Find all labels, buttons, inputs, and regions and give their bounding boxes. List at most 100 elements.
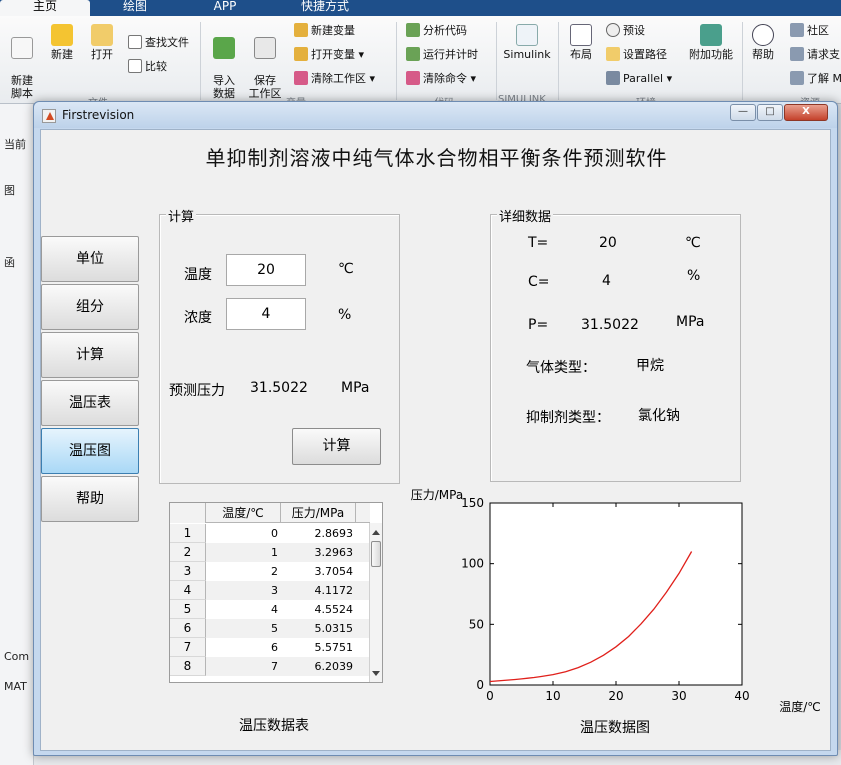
table-header-pressure[interactable]: 压力/MPa xyxy=(281,503,356,523)
addons-icon xyxy=(700,24,722,46)
preferences-button[interactable]: 预设 xyxy=(606,22,645,40)
compare-button[interactable]: 比较 xyxy=(128,58,167,76)
detail-c-unit: % xyxy=(687,268,701,284)
tab-plots[interactable]: 绘图 xyxy=(100,0,170,16)
tab-shortcuts[interactable]: 快捷方式 xyxy=(280,0,370,16)
table-cell-temperature[interactable]: 4 xyxy=(206,600,281,619)
request-support-button[interactable]: 请求支 xyxy=(790,46,840,64)
chart-caption: 温压数据图 xyxy=(580,720,650,736)
ribbon-separator xyxy=(558,22,559,100)
new-script-button[interactable]: 新建 脚本 xyxy=(4,24,40,100)
find-files-icon xyxy=(128,35,142,49)
table-row[interactable]: 1 0 2.8693 xyxy=(170,524,370,543)
detail-p-value: 31.5022 xyxy=(581,317,639,333)
nav-button-temp-pressure-table[interactable]: 温压表 xyxy=(41,380,139,426)
table-cell-pressure[interactable]: 5.0315 xyxy=(281,619,356,638)
temp-pressure-table[interactable]: 温度/℃ 压力/MPa 1 0 2.8693 2 1 3.2963 3 2 3.7054 4 3 4.… xyxy=(169,502,383,683)
table-row[interactable]: 6 5 5.0315 xyxy=(170,619,370,638)
learn-matlab-button[interactable]: 了解 M xyxy=(790,70,841,88)
tree-item-figures[interactable]: 图 xyxy=(4,182,15,198)
page-title: 单抑制剂溶液中纯气体水合物相平衡条件预测软件 xyxy=(205,146,668,170)
table-row-number: 5 xyxy=(170,600,206,619)
clear-workspace-icon xyxy=(294,71,308,85)
open-button[interactable]: 打开 xyxy=(84,24,120,61)
clear-workspace-button[interactable]: 清除工作区 ▾ xyxy=(294,70,375,88)
close-button[interactable]: X xyxy=(784,104,828,121)
matlab-left-pane: 当前 图 函 Com MAT xyxy=(0,104,34,765)
concentration-input[interactable]: 4 xyxy=(226,298,306,330)
detail-panel-title: 详细数据 xyxy=(497,206,554,225)
temperature-input[interactable]: 20 xyxy=(226,254,306,286)
table-header-temperature[interactable]: 温度/℃ xyxy=(206,503,281,523)
table-row-number: 1 xyxy=(170,524,206,543)
table-row[interactable]: 7 6 5.5751 xyxy=(170,638,370,657)
simulink-button[interactable]: Simulink xyxy=(503,24,551,61)
detail-t-unit: ℃ xyxy=(685,235,701,251)
open-variable-button[interactable]: 打开变量 ▾ xyxy=(294,46,364,64)
run-and-time-button[interactable]: 运行并计时 xyxy=(406,46,478,64)
table-cell-temperature[interactable]: 0 xyxy=(206,524,281,543)
nav-button-units[interactable]: 单位 xyxy=(41,236,139,282)
nav-button-help[interactable]: 帮助 xyxy=(41,476,139,522)
table-cell-temperature[interactable]: 3 xyxy=(206,581,281,600)
clear-commands-button[interactable]: 清除命令 ▾ xyxy=(406,70,476,88)
table-corner xyxy=(170,503,206,523)
table-cell-temperature[interactable]: 6 xyxy=(206,638,281,657)
table-row[interactable]: 8 7 6.2039 xyxy=(170,657,370,676)
tree-item-functions[interactable]: 函 xyxy=(4,254,15,270)
window-titlebar[interactable]: Firstrevision — □ X xyxy=(34,102,837,128)
help-button[interactable]: 帮助 xyxy=(748,24,778,61)
scroll-up-icon[interactable] xyxy=(372,530,380,535)
find-files-button[interactable]: 查找文件 xyxy=(128,34,189,52)
nav-button-calculate[interactable]: 计算 xyxy=(41,332,139,378)
parallel-button[interactable]: Parallel ▾ xyxy=(606,70,672,88)
table-cell-temperature[interactable]: 1 xyxy=(206,543,281,562)
table-cell-temperature[interactable]: 2 xyxy=(206,562,281,581)
table-row[interactable]: 5 4 4.5524 xyxy=(170,600,370,619)
new-variable-icon xyxy=(294,23,308,37)
scroll-down-icon[interactable] xyxy=(372,671,380,676)
table-cell-temperature[interactable]: 7 xyxy=(206,657,281,676)
new-variable-button[interactable]: 新建变量 xyxy=(294,22,355,40)
matlab-logo-icon xyxy=(42,109,56,123)
tab-home[interactable]: 主页 xyxy=(0,0,90,16)
table-cell-pressure[interactable]: 3.2963 xyxy=(281,543,356,562)
layout-button[interactable]: 布局 xyxy=(564,24,598,61)
table-row[interactable]: 2 1 3.2963 xyxy=(170,543,370,562)
table-row-number: 8 xyxy=(170,657,206,676)
maximize-button[interactable]: □ xyxy=(757,104,783,121)
table-row[interactable]: 4 3 4.1172 xyxy=(170,581,370,600)
temperature-label: 温度 xyxy=(184,267,212,283)
nav-button-components[interactable]: 组分 xyxy=(41,284,139,330)
table-row[interactable]: 3 2 3.7054 xyxy=(170,562,370,581)
nav-button-temp-pressure-chart[interactable]: 温压图 xyxy=(41,428,139,474)
table-cell-pressure[interactable]: 2.8693 xyxy=(281,524,356,543)
community-button[interactable]: 社区 xyxy=(790,22,829,40)
table-cell-pressure[interactable]: 5.5751 xyxy=(281,638,356,657)
support-icon xyxy=(790,47,804,61)
new-button[interactable]: 新建 xyxy=(44,24,80,61)
calculate-button[interactable]: 计算 xyxy=(292,428,381,465)
detail-p-unit: MPa xyxy=(676,314,705,330)
table-scrollbar[interactable] xyxy=(369,523,382,682)
addons-button[interactable]: 附加功能 xyxy=(688,24,734,61)
table-cell-pressure[interactable]: 4.1172 xyxy=(281,581,356,600)
table-cell-pressure[interactable]: 6.2039 xyxy=(281,657,356,676)
set-path-button[interactable]: 设置路径 xyxy=(606,46,667,64)
minimize-button[interactable]: — xyxy=(730,104,756,121)
table-cell-temperature[interactable]: 5 xyxy=(206,619,281,638)
detail-data-panel: 详细数据 T= 20 ℃ C= 4 % P= 31.5022 MPa 气体类型：… xyxy=(490,206,741,482)
table-cell-pressure[interactable]: 3.7054 xyxy=(281,562,356,581)
tab-apps[interactable]: APP xyxy=(190,0,260,16)
gas-type-label: 气体类型： xyxy=(526,360,596,376)
table-cell-pressure[interactable]: 4.5524 xyxy=(281,600,356,619)
analyze-code-button[interactable]: 分析代码 xyxy=(406,22,467,40)
scroll-thumb[interactable] xyxy=(371,541,381,567)
temp-pressure-chart: 0 10 20 30 40 0 50 100 150 压力/MPa 温度/℃ xyxy=(401,488,841,718)
save-workspace-button[interactable]: 保存 工作区 xyxy=(246,24,284,100)
temperature-unit: ℃ xyxy=(338,261,354,277)
layout-icon xyxy=(570,24,592,46)
chart-x-tick-label: 40 xyxy=(734,689,749,703)
current-folder-label: 当前 xyxy=(4,138,26,151)
import-data-button[interactable]: 导入 数据 xyxy=(206,24,242,100)
